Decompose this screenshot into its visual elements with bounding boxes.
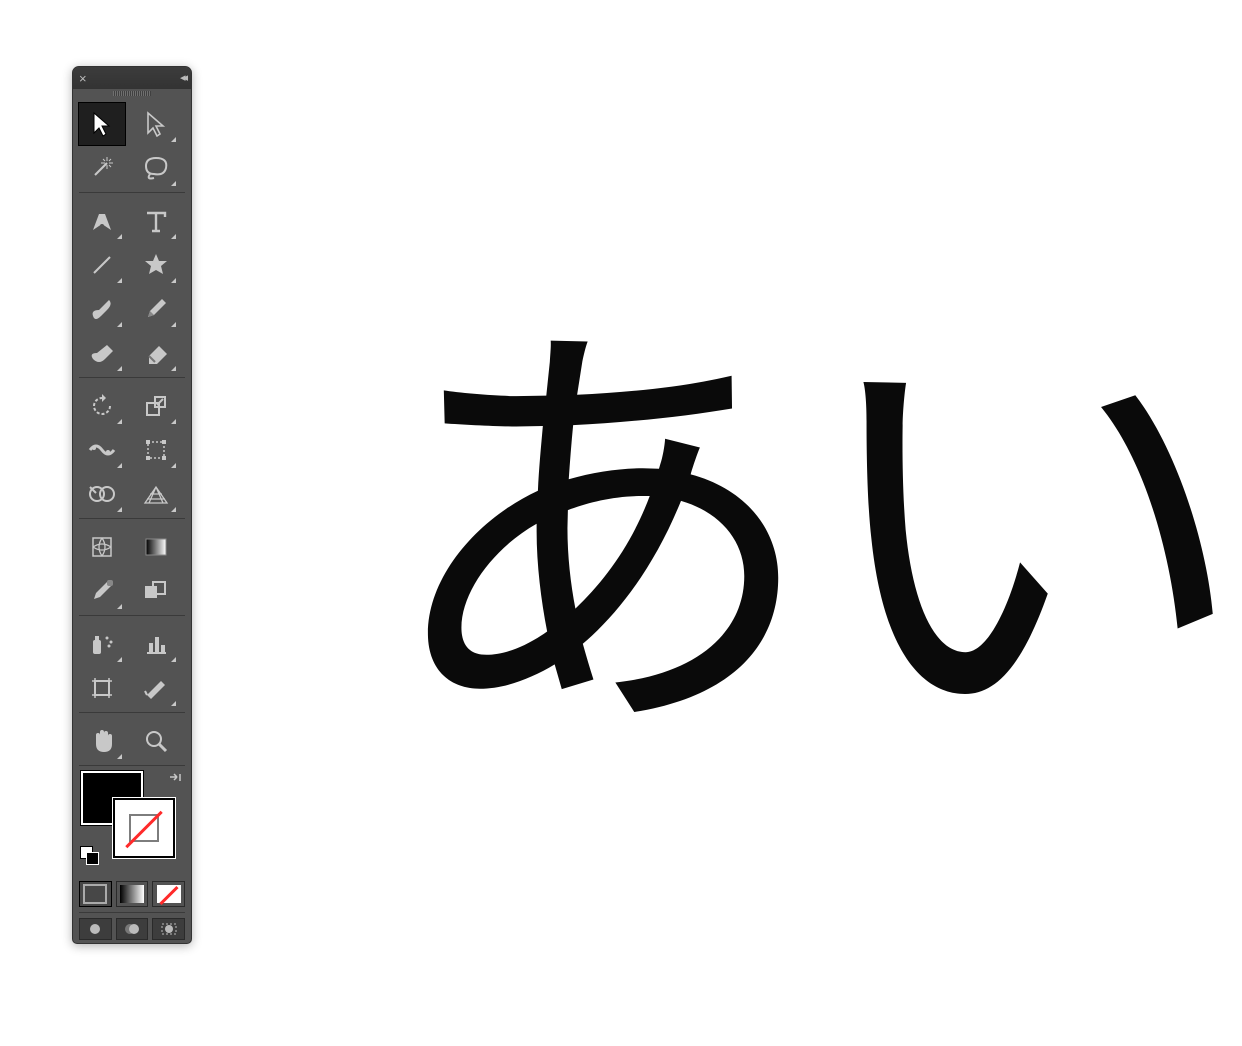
fill-stroke-control[interactable] xyxy=(73,768,191,878)
selection-tool[interactable] xyxy=(78,102,126,146)
symbol-sprayer-tool[interactable] xyxy=(78,622,126,666)
blend-tool[interactable] xyxy=(132,569,180,613)
eraser-tool[interactable] xyxy=(132,331,180,375)
zoom-tool[interactable] xyxy=(132,719,180,763)
draw-normal-icon[interactable] xyxy=(79,918,112,940)
magic-wand-tool[interactable] xyxy=(78,146,126,190)
shape-tool[interactable] xyxy=(132,243,180,287)
slice-tool[interactable] xyxy=(132,666,180,710)
color-mode-row xyxy=(73,878,191,910)
none-mode[interactable] xyxy=(152,881,185,907)
canvas-handwriting: あい xyxy=(380,180,1236,817)
scale-tool[interactable] xyxy=(132,384,180,428)
default-fill-stroke-icon[interactable] xyxy=(80,846,98,864)
free-transform-tool[interactable] xyxy=(132,428,180,472)
tools-panel: × ◂◂ xyxy=(72,66,192,944)
gradient-tool[interactable] xyxy=(132,525,180,569)
perspective-grid-tool[interactable] xyxy=(132,472,180,516)
artboard-tool[interactable] xyxy=(78,666,126,710)
swap-fill-stroke-icon[interactable] xyxy=(167,771,183,792)
rotate-tool[interactable] xyxy=(78,384,126,428)
shape-builder-tool[interactable] xyxy=(78,472,126,516)
draw-inside-icon[interactable] xyxy=(152,918,185,940)
blob-brush-tool[interactable] xyxy=(78,331,126,375)
eyedropper-tool[interactable] xyxy=(78,569,126,613)
collapse-icon[interactable]: ◂◂ xyxy=(180,73,185,84)
panel-drag-grip[interactable] xyxy=(73,89,191,98)
direct-selection-tool[interactable] xyxy=(132,102,180,146)
type-tool[interactable] xyxy=(132,199,180,243)
line-segment-tool[interactable] xyxy=(78,243,126,287)
panel-title-bar[interactable]: × ◂◂ xyxy=(73,67,191,89)
draw-behind-icon[interactable] xyxy=(116,918,149,940)
pencil-tool[interactable] xyxy=(132,287,180,331)
width-tool[interactable] xyxy=(78,428,126,472)
lasso-tool[interactable] xyxy=(132,146,180,190)
stroke-swatch[interactable] xyxy=(113,798,175,858)
gradient-mode[interactable] xyxy=(116,881,149,907)
paintbrush-tool[interactable] xyxy=(78,287,126,331)
close-icon[interactable]: × xyxy=(79,72,87,85)
color-mode[interactable] xyxy=(79,881,112,907)
column-graph-tool[interactable] xyxy=(132,622,180,666)
hand-tool[interactable] xyxy=(78,719,126,763)
pen-tool[interactable] xyxy=(78,199,126,243)
draw-mode-row xyxy=(73,915,191,943)
mesh-tool[interactable] xyxy=(78,525,126,569)
